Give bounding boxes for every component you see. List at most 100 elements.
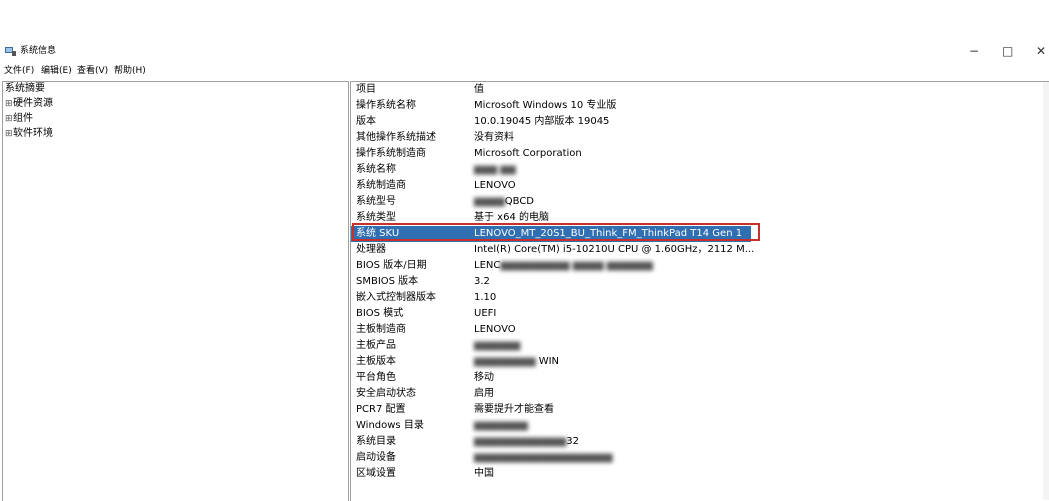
tree-item-label: 系统摘要: [5, 83, 45, 94]
row-value: UEFI: [474, 308, 497, 319]
table-row[interactable]: 其他操作系统描述 没有资料: [351, 130, 751, 146]
column-header-value[interactable]: 值: [474, 82, 484, 98]
blurred-text: ▆▆▆▆: [474, 196, 505, 207]
tree-item-label: 组件: [13, 113, 33, 124]
row-item: 系统目录: [356, 436, 396, 447]
menu-file[interactable]: 文件(F): [4, 65, 34, 77]
vertical-scrollbar[interactable]: [1043, 82, 1049, 500]
row-item: 系统名称: [356, 164, 396, 175]
table-row[interactable]: 版本 10.0.19045 内部版本 19045: [351, 114, 751, 130]
expand-icon[interactable]: ⊞: [5, 127, 13, 141]
row-item: 主板产品: [356, 340, 396, 351]
row-item: 系统制造商: [356, 180, 406, 191]
row-item: 操作系统制造商: [356, 148, 426, 159]
row-value: LENOVO: [474, 180, 516, 191]
table-row[interactable]: 主板产品 ▆▆▆▆▆▆: [351, 338, 751, 354]
table-row[interactable]: SMBIOS 版本 3.2: [351, 274, 751, 290]
row-item: PCR7 配置: [356, 404, 406, 415]
blurred-text: ▆▆▆▆▆▆▆▆▆ ▆▆▆▆ ▆▆▆▆▆▆: [500, 260, 653, 271]
row-value: 中国: [474, 468, 494, 479]
row-item: 系统类型: [356, 212, 396, 223]
row-item: 区域设置: [356, 468, 396, 479]
row-item: 版本: [356, 116, 376, 127]
table-row[interactable]: 系统名称 ▆▆▆ ▆▆: [351, 162, 751, 178]
row-value: 启用: [474, 388, 494, 399]
row-item: 主板制造商: [356, 324, 406, 335]
row-value: ▆▆▆▆▆▆▆▆ WIN: [474, 356, 560, 367]
table-row[interactable]: BIOS 版本/日期 LENC▆▆▆▆▆▆▆▆▆ ▆▆▆▆ ▆▆▆▆▆▆: [351, 258, 751, 274]
menu-bar: 文件(F) 编辑(E) 查看(V) 帮助(H): [0, 64, 1049, 78]
column-header-item[interactable]: 项目: [356, 82, 376, 98]
table-row[interactable]: 区域设置 中国: [351, 466, 751, 482]
blurred-text: ▆▆▆▆▆▆▆▆: [474, 356, 539, 367]
tree-item-label: 软件环境: [13, 128, 53, 139]
row-item: 平台角色: [356, 372, 396, 383]
category-tree: 系统摘要 ⊞硬件资源 ⊞组件 ⊞软件环境: [2, 81, 349, 501]
table-row[interactable]: PCR7 配置 需要提升才能查看: [351, 402, 751, 418]
row-item: 系统 SKU: [356, 228, 400, 239]
maximize-button[interactable]: □: [1002, 44, 1013, 58]
table-row[interactable]: 启动设备 ▆▆▆▆▆▆▆▆▆▆▆▆▆▆▆▆▆▆: [351, 450, 751, 466]
tree-item-label: 硬件资源: [13, 98, 53, 109]
row-value: 1.10: [474, 292, 497, 303]
table-row-selected[interactable]: 系统 SKU LENOVO_MT_20S1_BU_Think_FM_ThinkP…: [351, 226, 751, 242]
tree-item-components[interactable]: ⊞组件: [5, 112, 33, 126]
minimize-button[interactable]: −: [969, 44, 979, 58]
table-row[interactable]: BIOS 模式 UEFI: [351, 306, 751, 322]
blurred-text: ▆▆▆▆▆▆: [474, 340, 521, 351]
redacted-value: ▆▆▆▆▆▆▆▆▆▆▆▆▆▆▆▆▆▆: [474, 450, 612, 466]
row-item: 其他操作系统描述: [356, 132, 436, 143]
blurred-text: ▆▆▆▆▆▆▆▆▆▆▆▆: [474, 436, 567, 447]
row-value: Microsoft Corporation: [474, 148, 582, 159]
menu-view[interactable]: 查看(V): [77, 65, 108, 77]
redacted-value: ▆▆▆▆▆▆: [474, 338, 520, 354]
table-row[interactable]: 系统型号 ▆▆▆▆QBCD: [351, 194, 751, 210]
row-value: 基于 x64 的电脑: [474, 212, 549, 223]
row-item: 系统型号: [356, 196, 396, 207]
row-value: LENOVO: [474, 324, 516, 335]
redacted-value: ▆▆▆▆▆▆▆: [474, 418, 528, 434]
table-row[interactable]: 平台角色 移动: [351, 370, 751, 386]
table-row[interactable]: 系统目录 ▆▆▆▆▆▆▆▆▆▆▆▆32: [351, 434, 751, 450]
table-row[interactable]: 系统制造商 LENOVO: [351, 178, 751, 194]
tree-item-system-summary[interactable]: 系统摘要: [5, 82, 45, 96]
row-value: ▆▆▆▆QBCD: [474, 196, 535, 207]
row-value: LENC▆▆▆▆▆▆▆▆▆ ▆▆▆▆ ▆▆▆▆▆▆: [474, 260, 653, 271]
table-row[interactable]: 操作系统名称 Microsoft Windows 10 专业版: [351, 98, 751, 114]
row-value: 没有资料: [474, 132, 514, 143]
row-value: 3.2: [474, 276, 490, 287]
row-value: ▆▆▆▆▆▆▆▆▆▆▆▆32: [474, 436, 580, 447]
title-bar: 系统信息 − □ ✕: [0, 0, 1049, 64]
row-value: LENOVO_MT_20S1_BU_Think_FM_ThinkPad T14 …: [474, 228, 743, 239]
table-row[interactable]: 安全启动状态 启用: [351, 386, 751, 402]
table-row[interactable]: 嵌入式控制器版本 1.10: [351, 290, 751, 306]
row-item: 启动设备: [356, 452, 396, 463]
tree-item-hardware-resources[interactable]: ⊞硬件资源: [5, 97, 53, 111]
row-item: 嵌入式控制器版本: [356, 292, 436, 303]
blurred-text: ▆▆▆▆▆▆▆: [474, 420, 528, 431]
close-button[interactable]: ✕: [1036, 44, 1046, 58]
table-row[interactable]: Windows 目录 ▆▆▆▆▆▆▆: [351, 418, 751, 434]
table-row[interactable]: 系统类型 基于 x64 的电脑: [351, 210, 751, 226]
row-item: 操作系统名称: [356, 100, 416, 111]
details-table: 项目 值 操作系统名称 Microsoft Windows 10 专业版 版本 …: [350, 81, 1049, 501]
table-row[interactable]: 处理器 Intel(R) Core(TM) i5-10210U CPU @ 1.…: [351, 242, 755, 258]
row-item: 处理器: [356, 244, 386, 255]
expand-icon[interactable]: ⊞: [5, 97, 13, 111]
table-row[interactable]: 主板制造商 LENOVO: [351, 322, 751, 338]
system-info-icon: [5, 47, 16, 56]
row-value: 10.0.19045 内部版本 19045: [474, 116, 610, 127]
table-header: 项目 值: [351, 82, 751, 98]
row-value: 需要提升才能查看: [474, 404, 554, 415]
menu-help[interactable]: 帮助(H): [114, 65, 146, 77]
row-value: Intel(R) Core(TM) i5-10210U CPU @ 1.60GH…: [474, 244, 755, 255]
row-item: 安全启动状态: [356, 388, 416, 399]
table-row[interactable]: 操作系统制造商 Microsoft Corporation: [351, 146, 751, 162]
table-row[interactable]: 主板版本 ▆▆▆▆▆▆▆▆ WIN: [351, 354, 751, 370]
menu-edit[interactable]: 编辑(E): [41, 65, 72, 77]
row-value: 移动: [474, 372, 494, 383]
blurred-text: ▆▆▆ ▆▆: [474, 164, 516, 175]
row-item: SMBIOS 版本: [356, 276, 419, 287]
expand-icon[interactable]: ⊞: [5, 112, 13, 126]
tree-item-software-environment[interactable]: ⊞软件环境: [5, 127, 53, 141]
